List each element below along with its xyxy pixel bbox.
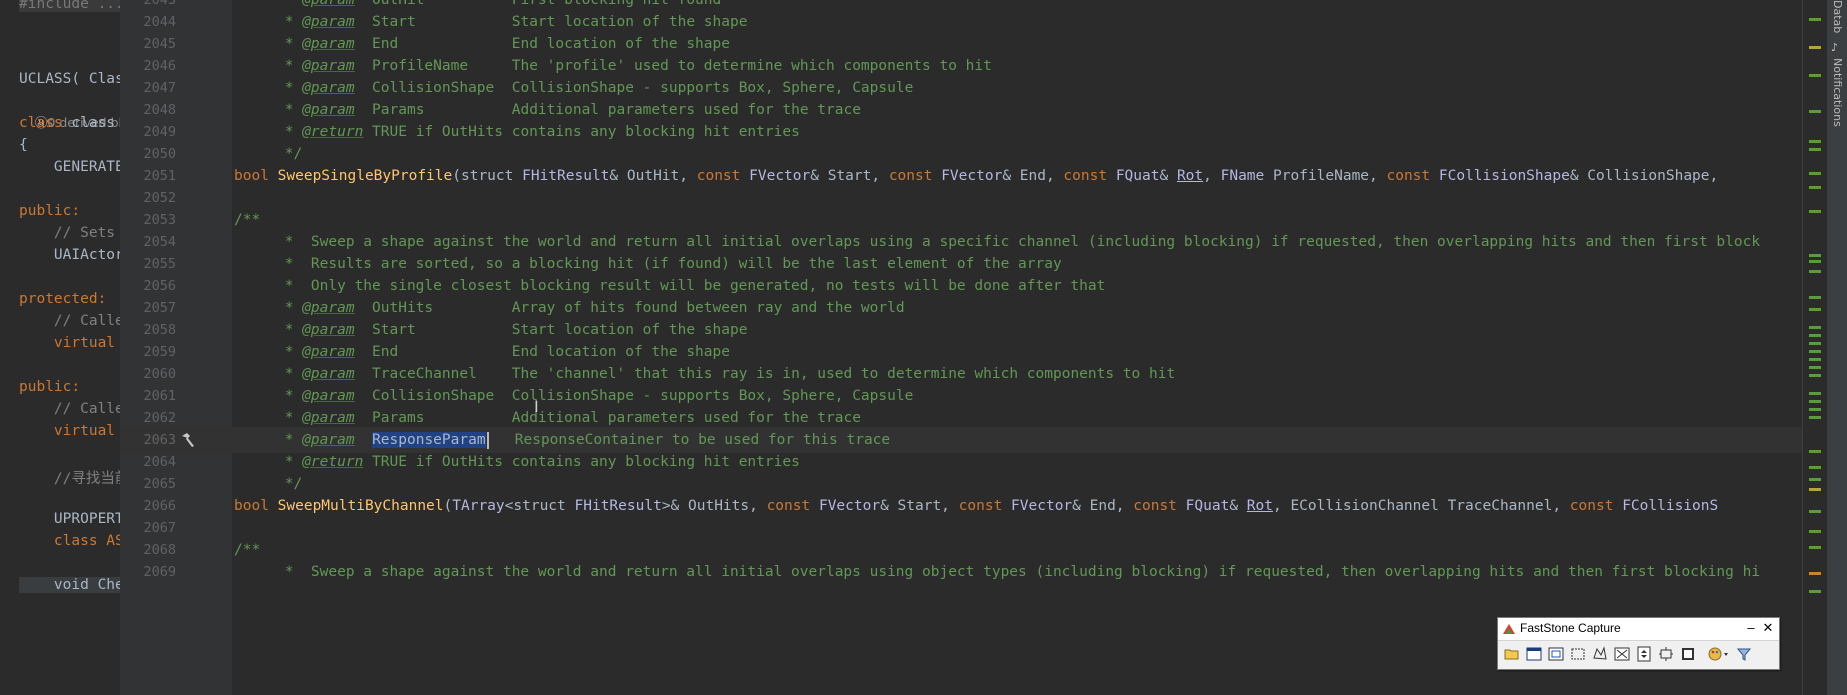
- database-tool-tab[interactable]: Database: [1831, 0, 1844, 34]
- faststone-capture-toolbar[interactable]: FastStone Capture – ✕: [1497, 617, 1780, 670]
- mouse-ibeam-cursor: I: [534, 397, 539, 416]
- bg-code-line: GENERATED: [19, 159, 133, 175]
- bg-code-line: virtual v: [19, 423, 133, 439]
- code-line-2069: 2069 * Sweep a shape against the world a…: [120, 559, 1802, 585]
- capture-fullscreen-icon[interactable]: [1612, 643, 1632, 665]
- bg-code-line: // Sets d: [19, 225, 133, 241]
- right-tool-strip: Database ♪ Notifications: [1826, 0, 1847, 695]
- notifications-bell-icon: ♪: [1831, 41, 1839, 54]
- capture-rectangle-icon[interactable]: [1568, 643, 1588, 665]
- capture-freehand-icon[interactable]: [1590, 643, 1610, 665]
- capture-scrolling-icon[interactable]: [1634, 643, 1654, 665]
- bg-code-line: public:: [19, 203, 81, 219]
- include-fold[interactable]: #include ...: [19, 0, 124, 12]
- bg-code-line: //寻找当前: [19, 471, 130, 487]
- bg-code-line: virtual v: [19, 335, 133, 351]
- capture-window-icon[interactable]: [1524, 643, 1544, 665]
- line-number: 2069: [143, 564, 176, 580]
- background-editor-pane: #include ... UCLASS( Class ⓤ0 derived bl…: [0, 0, 185, 695]
- bg-code-line: UAIActorC: [19, 247, 133, 263]
- bg-code-line: // Called: [19, 401, 133, 417]
- screen-recorder-icon[interactable]: [1678, 643, 1698, 665]
- bg-code-line: public:: [19, 379, 81, 395]
- bg-code-line: UCLASS( Class: [19, 71, 133, 87]
- bg-code-line: protected:: [19, 291, 107, 307]
- capture-object-icon[interactable]: [1546, 643, 1566, 665]
- settings-funnel-icon[interactable]: [1734, 643, 1754, 665]
- selected-word[interactable]: ResponseParam: [372, 432, 486, 448]
- bg-code-line: // Called: [19, 313, 133, 329]
- faststone-logo-icon: [1503, 624, 1515, 634]
- notifications-tool-tab[interactable]: Notifications: [1831, 58, 1844, 127]
- faststone-title: FastStone Capture: [1520, 621, 1621, 635]
- bg-code-line: class ASn: [19, 533, 133, 549]
- error-stripe-scrollbar[interactable]: [1802, 0, 1827, 695]
- open-folder-icon[interactable]: [1502, 643, 1522, 665]
- code-text[interactable]: * Sweep a shape against the world and re…: [276, 559, 1760, 585]
- bg-code-line: UPROPERTY: [19, 511, 133, 527]
- code-editor[interactable]: 2043 * @param OutHit First blocking hit …: [120, 0, 1802, 695]
- close-button[interactable]: ✕: [1761, 618, 1775, 638]
- minimize-button[interactable]: –: [1744, 618, 1758, 638]
- output-settings-icon[interactable]: [1706, 643, 1728, 665]
- capture-fixed-region-icon[interactable]: [1656, 643, 1676, 665]
- bg-code-line: {: [19, 137, 28, 153]
- faststone-title-bar[interactable]: FastStone Capture – ✕: [1498, 618, 1779, 641]
